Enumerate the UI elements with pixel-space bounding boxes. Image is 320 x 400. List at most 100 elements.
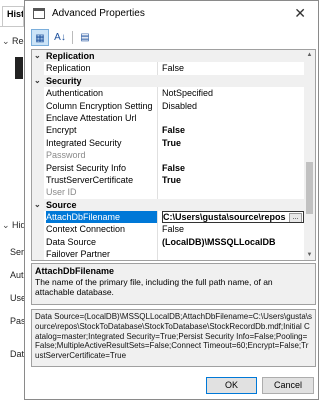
category-name: Source (46, 199, 77, 210)
history-tab[interactable]: Histo (2, 6, 24, 26)
category-row[interactable]: ⌄ Source (32, 198, 304, 212)
property-grid: ⌄ Replication Replication False ⌄ Security Aut… (31, 49, 316, 261)
row-gutter (32, 186, 44, 199)
property-rows: ⌄ Replication Replication False ⌄ Security Aut… (32, 50, 304, 260)
collapse-icon[interactable]: ⌄ (34, 75, 41, 87)
row-gutter (32, 235, 44, 249)
row-gutter (32, 124, 44, 137)
window-icon (33, 8, 45, 19)
property-name: Data Source (46, 235, 158, 249)
advanced-properties-dialog: Advanced Properties ✕ ▦ A↓ ▤ ⌄ Replicatio… (24, 0, 319, 400)
property-name: TrustServerCertificate (46, 173, 158, 187)
description-text: The name of the primary file, including … (35, 277, 273, 297)
row-gutter (32, 173, 44, 187)
property-value-text: False (162, 224, 185, 235)
row-gutter (32, 223, 44, 236)
toolbar-separator (72, 31, 73, 44)
field-label: Ser (10, 247, 25, 257)
property-row[interactable]: TrustServerCertificate True (32, 173, 304, 187)
property-value-text: True (162, 137, 182, 148)
row-gutter (32, 161, 44, 174)
cancel-button[interactable]: Cancel (262, 377, 314, 394)
property-value[interactable]: False (162, 223, 304, 235)
property-name: Integrated Security (46, 136, 158, 150)
property-row[interactable]: Authentication NotSpecified (32, 87, 304, 100)
property-value[interactable]: True (162, 174, 304, 186)
property-row[interactable]: User ID (32, 186, 304, 199)
property-value[interactable]: True (162, 137, 304, 149)
category-name: Replication (46, 51, 95, 61)
browse-button[interactable]: ... (289, 213, 302, 223)
property-row[interactable]: Context Connection False (32, 223, 304, 236)
property-name: Persist Security Info (46, 161, 158, 174)
property-row[interactable]: AttachDbFilename C:\Users\gusta\source\re… (32, 211, 304, 224)
property-value-text: False (162, 63, 185, 74)
property-value[interactable]: Disabled (162, 100, 304, 112)
property-row[interactable]: Column Encryption Setting Disabled (32, 99, 304, 112)
property-value[interactable]: C:\Users\gusta\source\repos... (162, 211, 304, 224)
property-name: Authentication (46, 87, 158, 100)
alphabetical-icon[interactable]: A↓ (51, 29, 69, 46)
category-row[interactable]: ⌄ Security (32, 74, 304, 88)
property-pages-icon[interactable]: ▤ (76, 29, 94, 46)
category-row[interactable]: ⌄ Replication (32, 50, 304, 63)
property-value-text: C:\Users\gusta\source\repos (163, 212, 286, 223)
row-gutter (32, 87, 44, 100)
row-gutter (32, 248, 44, 260)
property-row[interactable]: Encrypt False (32, 124, 304, 137)
property-name: Enclave Attestation Url (46, 111, 158, 125)
property-name: Encrypt (46, 124, 158, 137)
property-row[interactable]: Data Source (LocalDB)\MSSQLLocalDB (32, 235, 304, 249)
close-icon[interactable]: ✕ (294, 5, 306, 22)
row-gutter (32, 111, 44, 125)
property-row[interactable]: Enclave Attestation Url (32, 111, 304, 125)
title-bar: Advanced Properties ✕ (25, 1, 318, 27)
property-value[interactable]: False (162, 162, 304, 174)
property-grid-toolbar: ▦ A↓ ▤ (31, 29, 111, 47)
database-icon (15, 57, 23, 79)
ok-button[interactable]: OK (206, 377, 257, 394)
row-gutter (32, 211, 44, 224)
property-value-text: False (162, 162, 186, 173)
collapse-icon[interactable]: ⌄ (2, 220, 10, 231)
property-value-text: (LocalDB)\MSSQLLocalDB (162, 236, 276, 247)
field-label: Dat (10, 349, 25, 359)
property-value-text: True (162, 174, 182, 185)
collapse-icon[interactable]: ⌄ (34, 50, 41, 62)
scroll-up-icon[interactable]: ▲ (304, 50, 315, 60)
property-name: Replication (46, 62, 158, 75)
property-value-text: False (162, 125, 186, 136)
property-value[interactable]: False (162, 62, 304, 74)
property-name: AttachDbFilename (46, 211, 158, 224)
property-name: Context Connection (46, 223, 158, 236)
property-value[interactable]: False (162, 124, 304, 136)
connection-string-box[interactable]: Data Source=(LocalDB)\MSSQLLocalDB;Attac… (31, 309, 316, 367)
property-value[interactable]: (LocalDB)\MSSQLLocalDB (162, 236, 304, 248)
property-row[interactable]: Failover Partner (32, 248, 304, 260)
collapse-icon[interactable]: ⌄ (34, 199, 41, 211)
description-title: AttachDbFilename (35, 266, 115, 276)
field-label: Aut (10, 270, 24, 280)
property-row[interactable]: Replication False (32, 62, 304, 75)
property-value-text: NotSpecified (162, 88, 214, 99)
category-name: Security (46, 75, 82, 86)
row-gutter (32, 136, 44, 150)
dialog-title: Advanced Properties (52, 8, 145, 19)
property-name: Column Encryption Setting (46, 99, 158, 112)
property-value[interactable]: NotSpecified (162, 87, 304, 99)
description-panel: AttachDbFilename The name of the primary… (31, 263, 316, 305)
property-value-text: Disabled (162, 100, 198, 111)
row-gutter (32, 62, 44, 75)
property-name: Password (46, 149, 158, 162)
scroll-down-icon[interactable]: ▼ (304, 250, 315, 260)
property-row[interactable]: Integrated Security True (32, 136, 304, 150)
row-gutter (32, 149, 44, 162)
scroll-thumb[interactable] (306, 162, 313, 214)
property-name: Failover Partner (46, 248, 158, 260)
property-row[interactable]: Password (32, 149, 304, 162)
row-gutter (32, 99, 44, 112)
property-row[interactable]: Persist Security Info False (32, 161, 304, 174)
vertical-scrollbar[interactable]: ▲ ▼ (304, 50, 315, 260)
collapse-icon[interactable]: ⌄ (2, 36, 10, 47)
categorized-icon[interactable]: ▦ (31, 29, 49, 46)
